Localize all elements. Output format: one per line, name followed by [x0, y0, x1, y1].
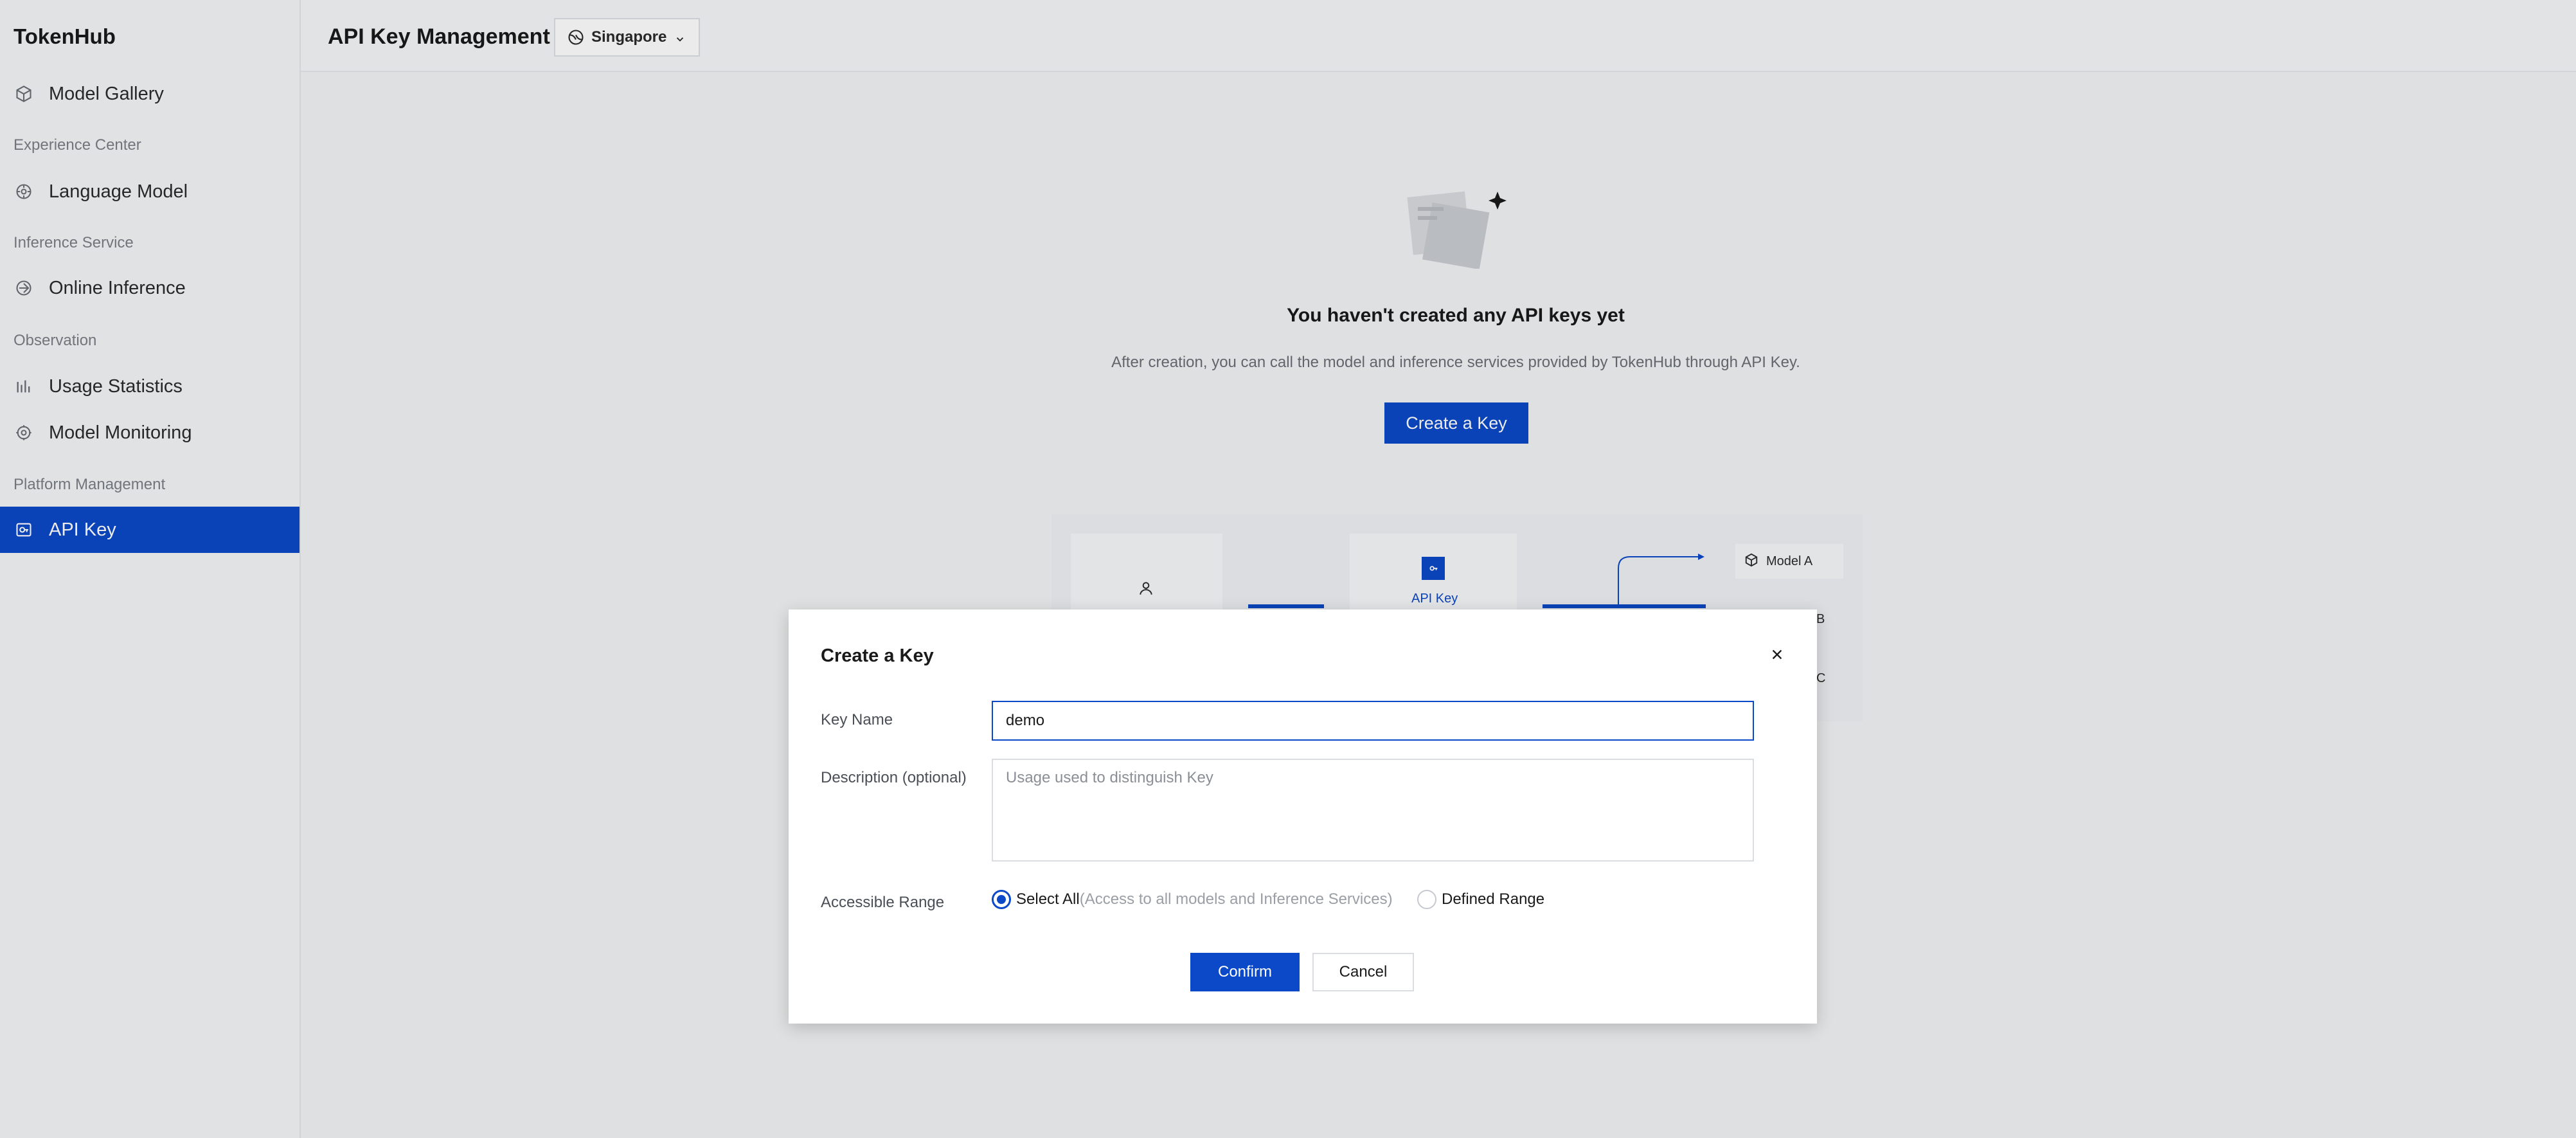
description-input[interactable]	[992, 759, 1754, 862]
radio-select-all-label: Select All	[1016, 890, 1080, 908]
radio-select-all[interactable]: Select All (Access to all models and Inf…	[992, 890, 1393, 909]
radio-defined-range[interactable]: Defined Range	[1417, 890, 1544, 909]
radio-unchecked-icon	[1417, 890, 1436, 909]
dialog-title: Create a Key	[821, 646, 934, 666]
accessible-range-label: Accessible Range	[821, 894, 945, 911]
key-name-label: Key Name	[821, 711, 893, 728]
confirm-button[interactable]: Confirm	[1190, 953, 1300, 991]
description-label: Description (optional)	[821, 769, 967, 786]
radio-select-all-hint: (Access to all models and Inference Serv…	[1079, 890, 1393, 908]
close-icon[interactable]	[1766, 643, 1789, 666]
create-key-dialog: Create a Key Key Name Description (optio…	[789, 610, 1817, 1024]
radio-checked-icon	[992, 890, 1011, 909]
cancel-button[interactable]: Cancel	[1312, 953, 1414, 991]
radio-defined-range-label: Defined Range	[1442, 890, 1545, 908]
key-name-input[interactable]	[992, 701, 1754, 741]
